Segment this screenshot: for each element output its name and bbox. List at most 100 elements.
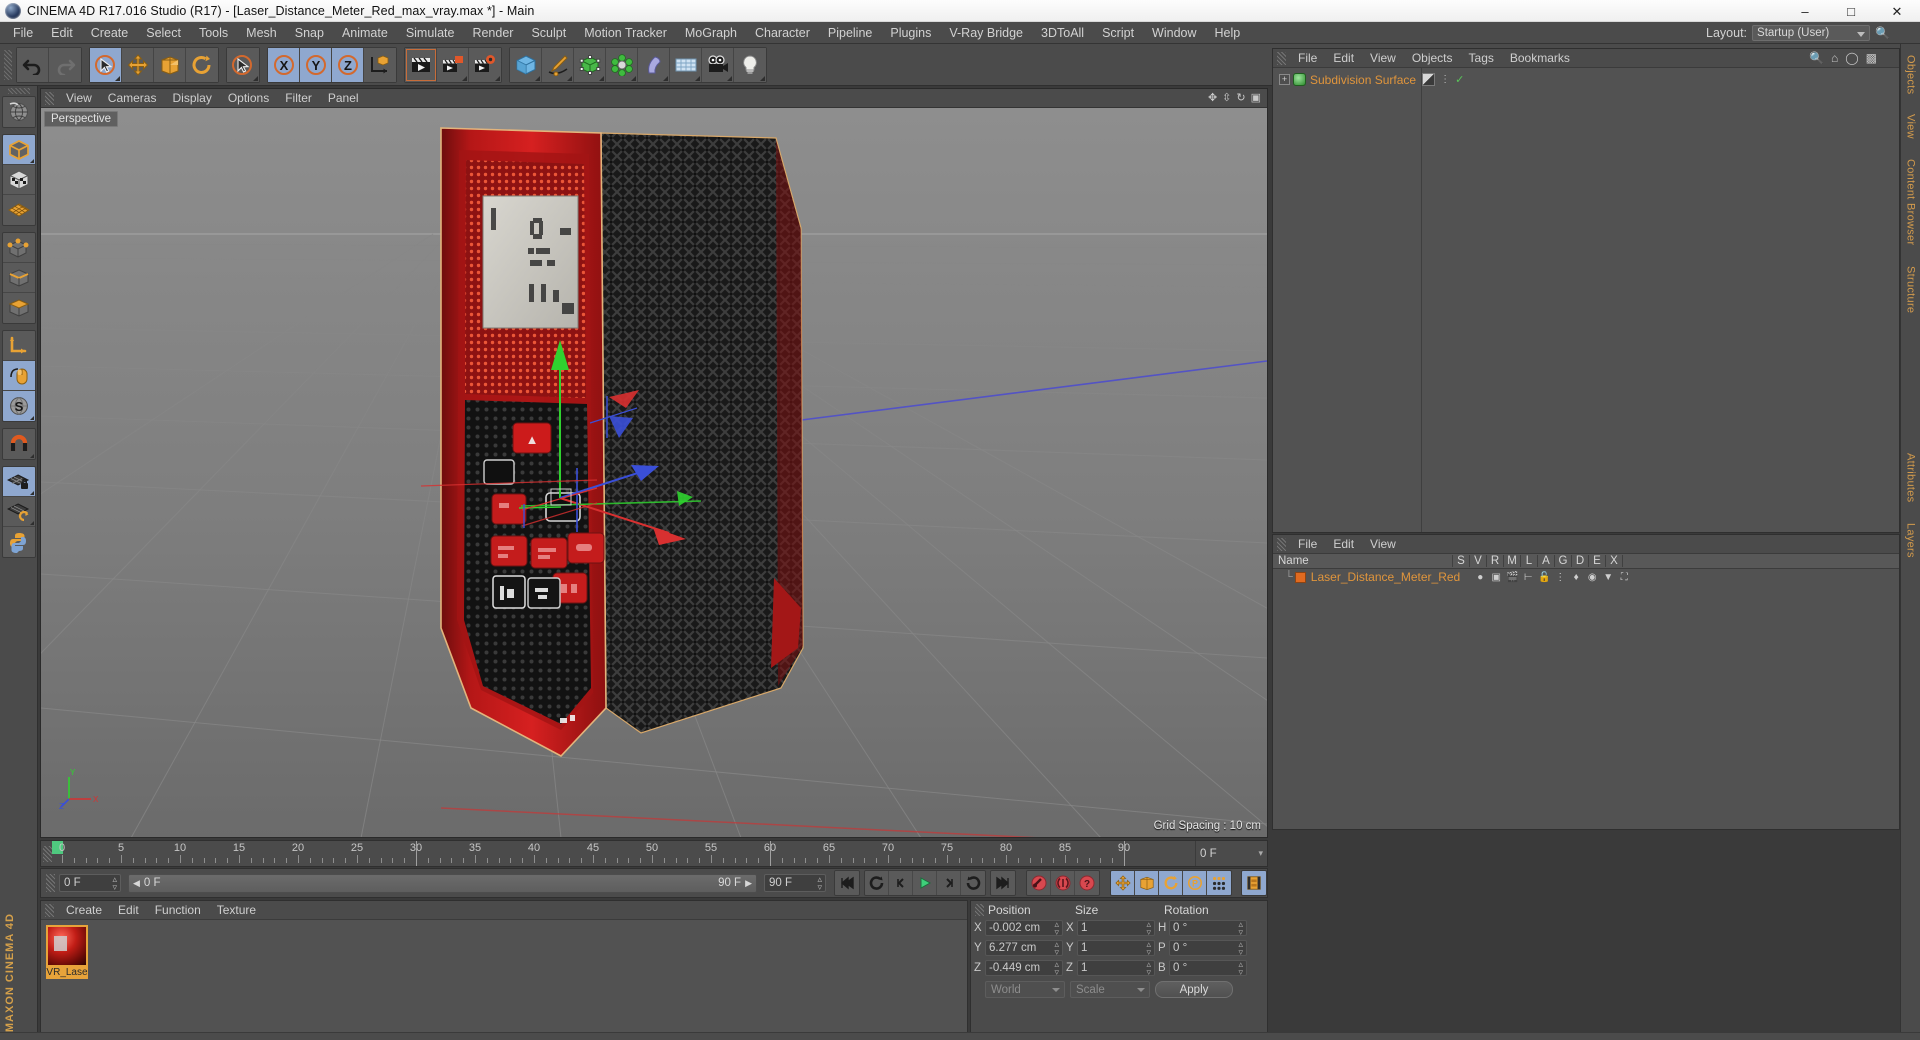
column-header-r[interactable]: R: [1487, 555, 1504, 567]
range-right-arrow-icon[interactable]: ▶: [745, 878, 752, 889]
stepper-icon[interactable]: ▵ ▿: [1146, 940, 1151, 957]
home-icon[interactable]: ⌂: [1831, 51, 1838, 65]
redo-button[interactable]: [49, 47, 81, 82]
material-tag-icon[interactable]: [1422, 73, 1436, 86]
viewport-menu-filter[interactable]: Filter: [277, 89, 320, 108]
current-frame-field[interactable]: 0 F ▵ ▿: [59, 874, 121, 892]
unlock-icon[interactable]: 🔓: [1538, 571, 1550, 583]
object-manager-menu-file[interactable]: File: [1290, 49, 1325, 68]
lower-manager-menu-edit[interactable]: Edit: [1325, 535, 1362, 554]
world-object-coords-button[interactable]: [364, 47, 396, 82]
layout-dropdown[interactable]: Startup (User): [1752, 25, 1871, 41]
column-header-e[interactable]: E: [1589, 555, 1606, 567]
magnet-button[interactable]: [2, 429, 35, 459]
lower-manager-menu-view[interactable]: View: [1362, 535, 1404, 554]
viewport-menu-view[interactable]: View: [58, 89, 100, 108]
polygons-mode-button[interactable]: [2, 293, 35, 323]
render-region-button[interactable]: [437, 47, 469, 82]
coordinate-space-dropdown[interactable]: World: [985, 981, 1065, 998]
render-settings-button[interactable]: [469, 47, 501, 82]
stepper-icon[interactable]: ▵ ▿: [1238, 940, 1243, 957]
stepper-icon[interactable]: ▵ ▿: [1146, 920, 1151, 937]
points-mode-button[interactable]: [2, 233, 35, 263]
coordinates-grip[interactable]: [975, 904, 984, 916]
menu-item-pipeline[interactable]: Pipeline: [819, 22, 881, 44]
search-icon[interactable]: 🔍: [1875, 26, 1890, 40]
lower-manager-list[interactable]: └ Laser_Distance_Meter_Red ● ▣ 🎬 ⊢ 🔓 ⋮ ♦…: [1273, 569, 1899, 829]
menu-item-3dtoall[interactable]: 3DToAll: [1032, 22, 1093, 44]
visibility-dots-icon[interactable]: ⋮: [1440, 74, 1451, 85]
viewport-grip[interactable]: [45, 91, 54, 105]
object-manager-tree[interactable]: + Subdivision Surface ⋮ ✓: [1273, 68, 1899, 532]
planar-workplane-button[interactable]: [2, 497, 35, 527]
phong-icon[interactable]: ◉: [1586, 571, 1598, 583]
stepper-icon[interactable]: ▵ ▿: [1054, 920, 1059, 937]
rotation-h-input[interactable]: 0 ° ▵ ▿: [1169, 920, 1247, 937]
fit-icon[interactable]: ▩: [1866, 51, 1877, 65]
rotation-p-input[interactable]: 0 ° ▵ ▿: [1169, 940, 1247, 957]
timeline-frame-field[interactable]: 0 F ▾: [1195, 841, 1267, 866]
material-item[interactable]: VR_Lase: [46, 925, 88, 981]
maximize-button[interactable]: □: [1828, 0, 1874, 22]
stepper-icon[interactable]: ▵ ▿: [1238, 960, 1243, 977]
viewport-menu-cameras[interactable]: Cameras: [100, 89, 165, 108]
max-frame-field[interactable]: 90 F ▵ ▿: [764, 874, 826, 892]
column-header-l[interactable]: L: [1521, 555, 1538, 567]
enable-axis-button[interactable]: [2, 331, 35, 361]
undo-button[interactable]: [17, 47, 49, 82]
stepper-icon[interactable]: ▵ ▿: [1054, 960, 1059, 977]
menu-item-select[interactable]: Select: [137, 22, 190, 44]
expand-toggle-icon[interactable]: +: [1279, 74, 1290, 85]
xref-icon[interactable]: ⛶: [1618, 571, 1630, 583]
viewport-solo-button[interactable]: [2, 361, 35, 391]
hierarchy-icon[interactable]: ⊢: [1522, 571, 1534, 583]
viewport-menu-options[interactable]: Options: [220, 89, 277, 108]
menu-item-tools[interactable]: Tools: [190, 22, 237, 44]
add-deformer-button[interactable]: [638, 47, 670, 82]
menu-item-character[interactable]: Character: [746, 22, 819, 44]
record-active-objects-button[interactable]: [1027, 871, 1051, 895]
range-left-arrow-icon[interactable]: ◀: [133, 878, 140, 889]
previous-frame-button[interactable]: [889, 871, 913, 895]
column-header-name[interactable]: Name: [1273, 555, 1453, 567]
viewport-menu-panel[interactable]: Panel: [320, 89, 367, 108]
lower-manager-menu-file[interactable]: File: [1290, 535, 1325, 554]
lock-x-button[interactable]: X: [268, 47, 300, 82]
menu-item-window[interactable]: Window: [1143, 22, 1205, 44]
scale-button[interactable]: [154, 47, 186, 82]
object-manager-menu-objects[interactable]: Objects: [1404, 49, 1461, 68]
play-forward-loop-button[interactable]: [961, 871, 985, 895]
column-header-a[interactable]: A: [1538, 555, 1555, 567]
menu-item-file[interactable]: File: [4, 22, 42, 44]
dock-tab-structure[interactable]: Structure: [1904, 263, 1918, 316]
stepper-icon[interactable]: ▵ ▿: [1146, 960, 1151, 977]
lock-z-button[interactable]: Z: [332, 47, 364, 82]
display-icon[interactable]: ▼: [1602, 571, 1614, 583]
menu-item-create[interactable]: Create: [82, 22, 138, 44]
material-list[interactable]: VR_Lase: [41, 920, 967, 1034]
object-manager-splitter[interactable]: [1421, 68, 1422, 532]
close-button[interactable]: ✕: [1874, 0, 1920, 22]
menu-item-v-ray-bridge[interactable]: V-Ray Bridge: [940, 22, 1032, 44]
stepper-icon[interactable]: ▵ ▿: [1238, 920, 1243, 937]
lower-manager-grip[interactable]: [1277, 537, 1286, 551]
menu-item-render[interactable]: Render: [463, 22, 522, 44]
position-z-input[interactable]: -0.449 cm ▵ ▿: [985, 960, 1063, 977]
record-rotation-button[interactable]: [1159, 871, 1183, 895]
lock-y-button[interactable]: Y: [300, 47, 332, 82]
render-view-button[interactable]: [405, 47, 437, 82]
timeline-grip[interactable]: [43, 845, 52, 862]
autokeying-button[interactable]: [1051, 871, 1075, 895]
menu-item-animate[interactable]: Animate: [333, 22, 397, 44]
deform-icon[interactable]: ♦: [1570, 571, 1582, 583]
column-header-v[interactable]: V: [1470, 555, 1487, 567]
add-cube-button[interactable]: [510, 47, 542, 82]
zoom-icon[interactable]: ⇳: [1222, 91, 1231, 104]
menu-item-help[interactable]: Help: [1206, 22, 1250, 44]
render-icon[interactable]: 🎬: [1506, 571, 1518, 583]
left-toolbar-grip[interactable]: [7, 88, 30, 94]
preview-range-slider[interactable]: ◀ 0 F 90 F ▶: [128, 873, 757, 893]
size-z-input[interactable]: 1 ▵ ▿: [1077, 960, 1155, 977]
object-manager-menu-bookmarks[interactable]: Bookmarks: [1502, 49, 1578, 68]
viewport-menu-display[interactable]: Display: [164, 89, 219, 108]
